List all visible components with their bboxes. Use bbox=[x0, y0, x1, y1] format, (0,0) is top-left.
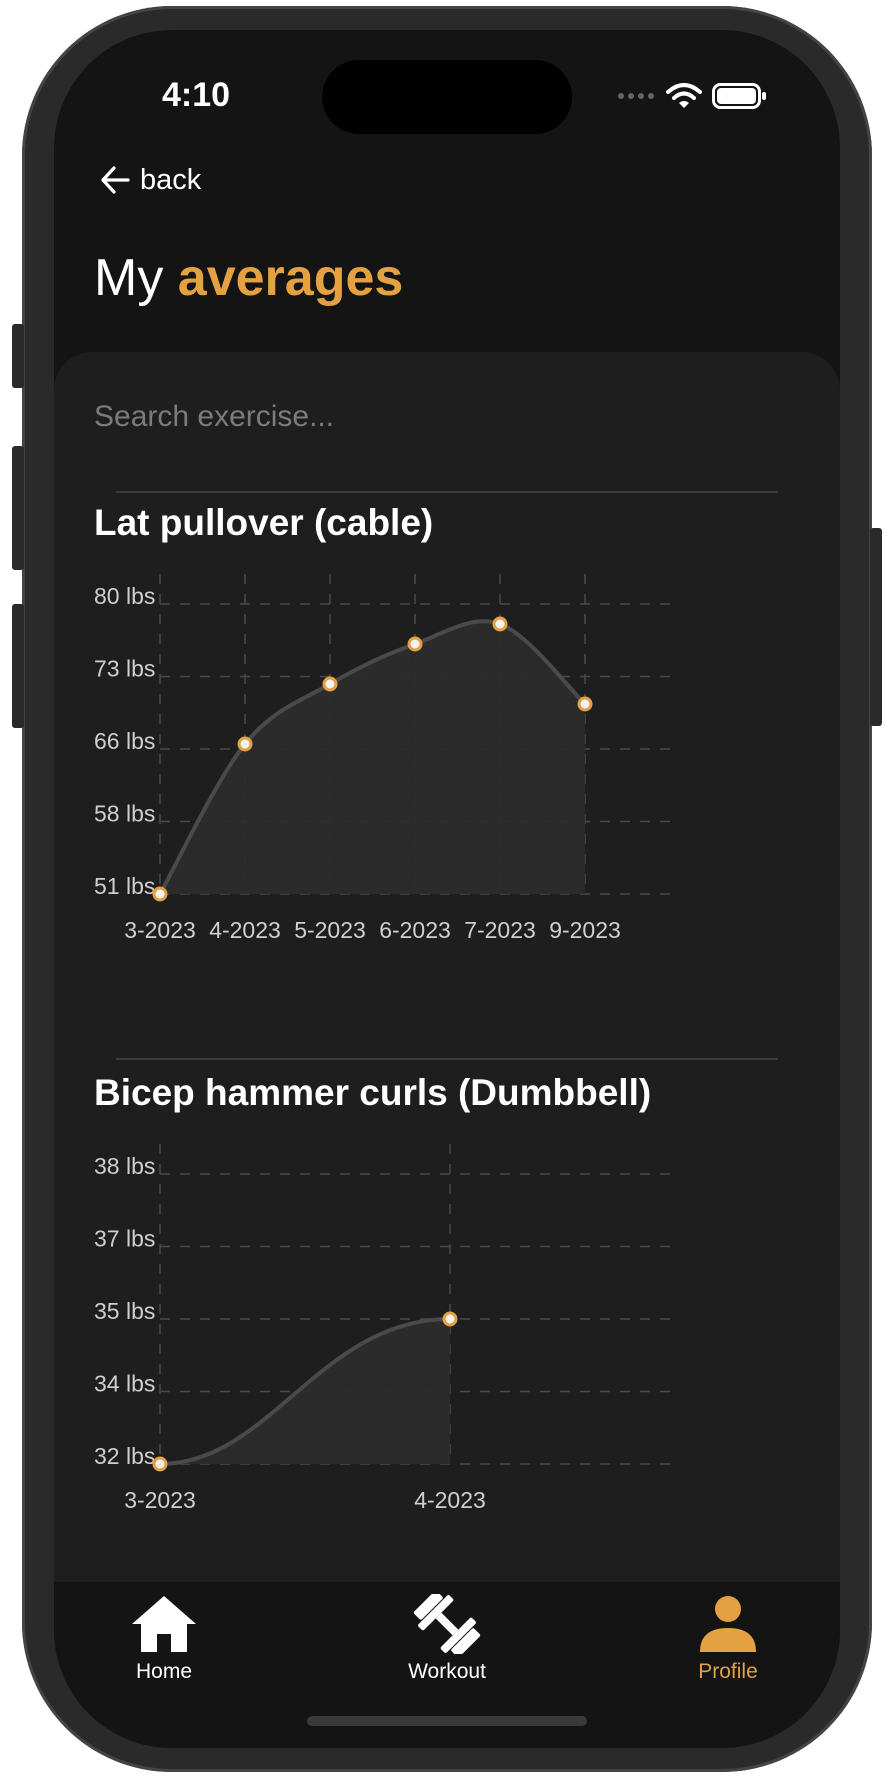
data-point bbox=[322, 676, 338, 692]
volume-up-button bbox=[12, 446, 24, 570]
x-tick-label: 3-2023 bbox=[124, 1487, 196, 1513]
divider bbox=[116, 1058, 778, 1060]
data-point bbox=[577, 696, 593, 712]
wifi-icon bbox=[666, 83, 702, 108]
volume-down-button bbox=[12, 604, 24, 728]
home-icon bbox=[132, 1596, 196, 1652]
person-icon bbox=[700, 1596, 756, 1652]
y-tick-label: 73 lbs bbox=[94, 656, 155, 682]
data-point bbox=[442, 1311, 458, 1327]
exercise-chart: 80 lbs 73 lbs 66 lbs 58 lbs 51 lbs 3-2023 4-20… bbox=[94, 574, 674, 943]
exercise-chart: 38 lbs 37 lbs 35 lbs 34 lbs 32 lbs 3-2023 4-20… bbox=[94, 1144, 674, 1513]
page-title: My averages bbox=[94, 248, 403, 308]
y-tick-label: 66 lbs bbox=[94, 728, 155, 754]
x-tick-label: 4-2023 bbox=[209, 917, 281, 943]
side-button bbox=[870, 528, 882, 726]
data-point bbox=[407, 636, 423, 652]
x-tick-label: 9-2023 bbox=[549, 917, 621, 943]
status-icons bbox=[616, 82, 768, 110]
x-tick-label: 6-2023 bbox=[379, 917, 451, 943]
tab-profile[interactable]: Profile bbox=[648, 1594, 808, 1684]
data-point bbox=[152, 886, 168, 902]
data-point bbox=[237, 736, 253, 752]
y-tick-label: 37 lbs bbox=[94, 1226, 155, 1252]
signal-dots-icon bbox=[618, 93, 654, 99]
home-indicator bbox=[307, 1716, 587, 1726]
tab-workout[interactable]: Workout bbox=[367, 1594, 527, 1684]
dumbbell-icon bbox=[413, 1594, 481, 1654]
x-tick-label: 4-2023 bbox=[414, 1487, 486, 1513]
arrow-left-icon bbox=[101, 166, 130, 194]
x-tick-label: 5-2023 bbox=[294, 917, 366, 943]
exercise-title: Bicep hammer curls (Dumbbell) bbox=[94, 1072, 652, 1113]
y-tick-label: 34 lbs bbox=[94, 1371, 155, 1397]
y-tick-label: 58 lbs bbox=[94, 801, 155, 827]
dynamic-island bbox=[322, 60, 572, 134]
tab-label: Workout bbox=[408, 1660, 486, 1683]
page-title-plain: My bbox=[94, 249, 164, 307]
battery-icon bbox=[712, 83, 766, 109]
averages-card: Search exercise... Lat pullover (cable) … bbox=[54, 352, 840, 1582]
x-tick-label: 3-2023 bbox=[124, 917, 196, 943]
screen: 4:10 back My averages Search exercise...… bbox=[54, 30, 840, 1748]
back-label: back bbox=[140, 163, 202, 196]
y-tick-label: 51 lbs bbox=[94, 873, 155, 899]
y-tick-label: 32 lbs bbox=[94, 1443, 155, 1469]
page-title-accent: averages bbox=[177, 249, 404, 307]
x-tick-label: 7-2023 bbox=[464, 917, 536, 943]
data-point bbox=[492, 616, 508, 632]
data-point bbox=[152, 1456, 168, 1472]
exercise-title: Lat pullover (cable) bbox=[94, 502, 434, 543]
divider bbox=[116, 491, 778, 493]
status-time: 4:10 bbox=[162, 76, 231, 114]
tab-label: Home bbox=[135, 1660, 193, 1683]
y-tick-label: 35 lbs bbox=[94, 1298, 155, 1324]
y-tick-label: 38 lbs bbox=[94, 1153, 155, 1179]
tab-home[interactable]: Home bbox=[84, 1594, 244, 1684]
search-input[interactable]: Search exercise... bbox=[94, 400, 334, 434]
action-button bbox=[12, 324, 24, 388]
y-tick-label: 80 lbs bbox=[94, 583, 155, 609]
back-button[interactable]: back bbox=[98, 162, 201, 198]
tab-label: Profile bbox=[698, 1660, 758, 1683]
